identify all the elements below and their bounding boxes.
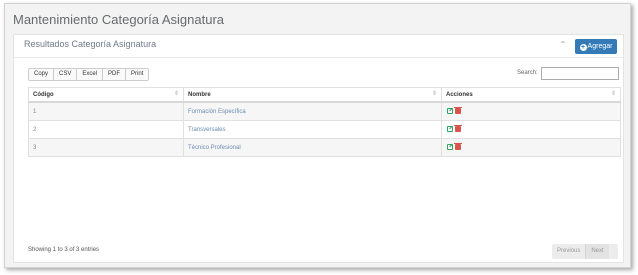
cell-codigo: 2 <box>28 120 184 139</box>
print-button[interactable]: Print <box>126 69 149 80</box>
cell-acciones <box>441 138 621 157</box>
results-table: Código ⇕ Nombre ⇕ Acciones ⇕ 1 Formación Es… <box>28 87 621 157</box>
excel-button[interactable]: Excel <box>77 69 104 80</box>
cell-nombre: Técnico Profesional <box>183 138 442 157</box>
sort-icon[interactable]: ⇕ <box>174 91 179 97</box>
cell-acciones <box>441 120 621 139</box>
page-title: Mantenimiento Categoría Asignatura <box>13 12 225 27</box>
sort-icon[interactable]: ⇕ <box>432 91 437 97</box>
table-header-row: Código ⇕ Nombre ⇕ Acciones ⇕ <box>28 87 621 103</box>
csv-button[interactable]: CSV <box>54 69 78 80</box>
export-buttons: Copy CSV Excel PDF Print <box>28 68 150 81</box>
trash-icon[interactable] <box>454 107 462 115</box>
cell-nombre: Transversales <box>183 120 442 139</box>
add-button-label: Agregar <box>587 43 613 50</box>
search-label: Search: <box>517 70 538 76</box>
column-header-label: Código <box>33 91 54 98</box>
table-info: Showing 1 to 3 of 3 entries <box>28 247 100 253</box>
search-input[interactable] <box>541 67 619 80</box>
edit-icon[interactable] <box>447 108 453 115</box>
edit-icon[interactable] <box>447 126 453 133</box>
table-row: 2 Transversales <box>28 120 621 139</box>
column-header-acciones[interactable]: Acciones ⇕ <box>441 87 621 103</box>
page-container: Mantenimiento Categoría Asignatura Resul… <box>4 3 631 268</box>
results-panel: Resultados Categoría Asignatura ⌃ + Agreg… <box>13 34 624 263</box>
plus-circle-icon: + <box>579 44 587 51</box>
column-header-codigo[interactable]: Código ⇕ <box>28 87 184 103</box>
trash-icon[interactable] <box>454 125 462 133</box>
sort-icon[interactable]: ⇕ <box>611 91 616 97</box>
cell-codigo: 3 <box>28 138 184 157</box>
cell-nombre: Formación Específica <box>183 101 442 121</box>
column-header-nombre[interactable]: Nombre ⇕ <box>183 87 442 103</box>
panel-title: Resultados Categoría Asignatura <box>24 39 157 49</box>
table-row: 3 Técnico Profesional <box>28 138 621 157</box>
trash-icon[interactable] <box>454 143 462 151</box>
edit-icon[interactable] <box>447 144 453 151</box>
cell-acciones <box>441 101 621 121</box>
table-row: 1 Formación Específica <box>28 101 621 121</box>
copy-button[interactable]: Copy <box>29 69 55 80</box>
previous-button[interactable]: Previous <box>552 244 585 259</box>
cell-codigo: 1 <box>28 101 184 121</box>
column-header-label: Acciones <box>446 91 473 98</box>
panel-heading: Resultados Categoría Asignatura ⌃ + Agreg… <box>14 35 623 58</box>
chevron-up-icon[interactable]: ⌃ <box>558 40 568 50</box>
pdf-button[interactable]: PDF <box>103 69 127 80</box>
pagination: Previous Next <box>552 244 618 259</box>
next-button[interactable]: Next <box>585 244 609 259</box>
add-button[interactable]: + Agregar <box>575 39 617 54</box>
column-header-label: Nombre <box>188 91 211 98</box>
